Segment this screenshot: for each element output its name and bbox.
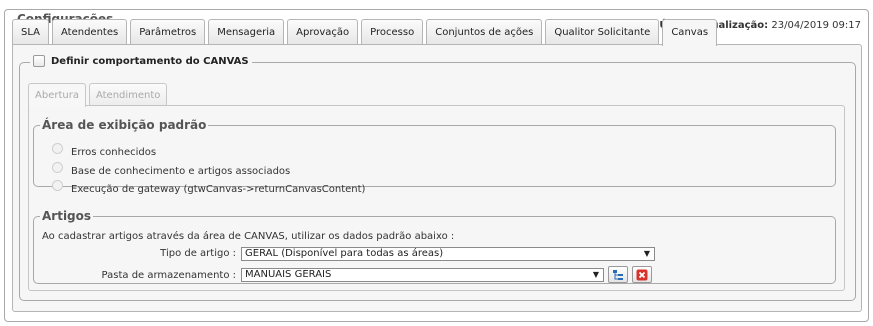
last-update-value: 23/04/2019 09:17 xyxy=(771,20,861,31)
option-gateway-label: Execução de gateway (gtwCanvas->returnCa… xyxy=(71,184,366,195)
canvas-subtabbar: Abertura Atendimento xyxy=(28,83,170,107)
tab-sla[interactable]: SLA xyxy=(12,19,49,45)
tab-conjuntos-de-acoes[interactable]: Conjuntos de ações xyxy=(426,19,543,45)
radio-knowledge-base[interactable] xyxy=(52,162,63,173)
tab-canvas[interactable]: Canvas xyxy=(662,19,718,46)
articles-title: Artigos xyxy=(40,208,94,224)
article-type-label: Tipo de artigo : xyxy=(160,248,236,259)
canvas-tab-panel: Definir comportamento do CANVAS Abertura… xyxy=(12,44,862,312)
display-area-fieldset: Área de exibição padrão Erros conhecidos… xyxy=(33,117,836,195)
articles-fieldset: Artigos Ao cadastrar artigos através da … xyxy=(33,208,836,284)
define-canvas-label: Definir comportamento do CANVAS xyxy=(51,55,249,67)
article-type-value: GERAL (Disponível para todas as áreas) xyxy=(245,248,444,259)
radio-gateway[interactable] xyxy=(52,180,63,191)
storage-folder-value: MANUAIS GERAIS xyxy=(245,269,332,280)
tab-aprovacao[interactable]: Aprovação xyxy=(287,19,359,45)
tab-processo[interactable]: Processo xyxy=(361,19,424,45)
option-knowledge-base-label: Base de conhecimento e artigos associado… xyxy=(71,166,291,177)
define-canvas-checkbox[interactable] xyxy=(33,55,45,67)
radio-known-errors[interactable] xyxy=(52,143,63,154)
clear-button[interactable] xyxy=(632,266,652,283)
tree-icon xyxy=(613,269,623,280)
main-tabbar: SLA Atendentes Parâmetros Mensageria Apr… xyxy=(12,19,720,46)
tab-parametros[interactable]: Parâmetros xyxy=(130,19,206,45)
chevron-down-icon: ▼ xyxy=(643,249,650,258)
option-knowledge-base[interactable]: Base de conhecimento e artigos associado… xyxy=(52,162,291,177)
tab-mensageria[interactable]: Mensageria xyxy=(208,19,285,45)
display-area-title: Área de exibição padrão xyxy=(40,117,209,133)
tab-atendentes[interactable]: Atendentes xyxy=(52,19,128,45)
option-known-errors[interactable]: Erros conhecidos xyxy=(52,143,157,158)
tree-button[interactable] xyxy=(608,266,628,283)
storage-folder-select[interactable]: MANUAIS GERAIS ▼ xyxy=(241,268,604,282)
option-known-errors-label: Erros conhecidos xyxy=(71,147,157,158)
tab-qualitor-solicitante[interactable]: Qualitor Solicitante xyxy=(545,19,660,45)
chevron-down-icon: ▼ xyxy=(592,270,599,279)
article-type-select[interactable]: GERAL (Disponível para todas as áreas) ▼ xyxy=(241,247,655,261)
canvas-legend: Definir comportamento do CANVAS xyxy=(30,55,252,67)
storage-folder-label: Pasta de armazenamento : xyxy=(101,270,236,281)
clear-x-icon xyxy=(636,269,648,280)
abertura-panel: Área de exibição padrão Erros conhecidos… xyxy=(28,105,845,291)
subtab-atendimento[interactable]: Atendimento xyxy=(88,83,168,106)
subtab-abertura[interactable]: Abertura xyxy=(28,83,86,107)
articles-intro: Ao cadastrar artigos através da área de … xyxy=(42,231,455,242)
option-gateway[interactable]: Execução de gateway (gtwCanvas->returnCa… xyxy=(52,180,366,195)
